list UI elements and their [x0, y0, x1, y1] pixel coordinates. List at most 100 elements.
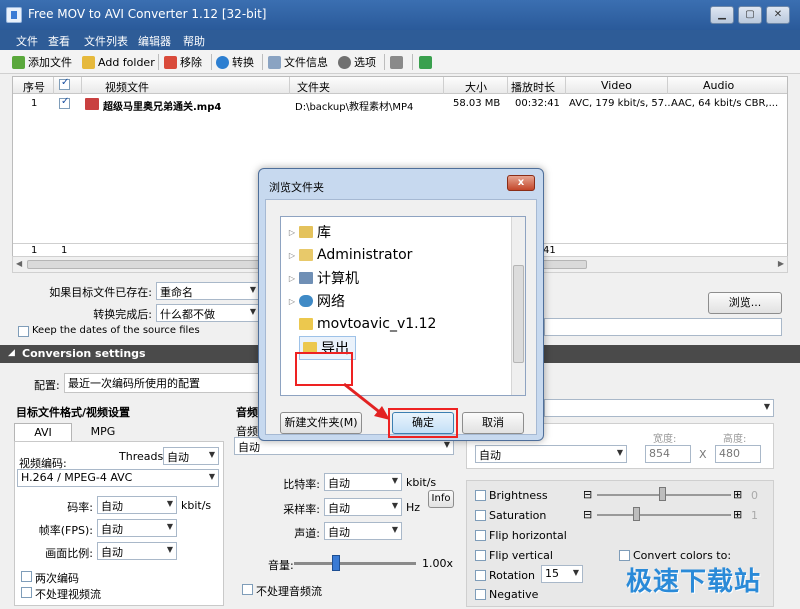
- app-icon: [6, 7, 22, 23]
- tree-node-network[interactable]: ▷ 网络: [285, 290, 345, 312]
- close-button[interactable]: ✕: [766, 6, 790, 24]
- menu-help[interactable]: 帮助: [183, 33, 205, 49]
- home-icon: [390, 55, 403, 69]
- tab-mpg[interactable]: MPG: [74, 423, 132, 441]
- brightness-slider-thumb[interactable]: [659, 487, 666, 501]
- scroll-right-icon[interactable]: ▶: [778, 259, 784, 268]
- saturation-slider-thumb[interactable]: [633, 507, 640, 521]
- after-conversion-select[interactable]: 什么都不做: [156, 304, 260, 322]
- expand-icon[interactable]: ▷: [285, 297, 299, 306]
- fps-select[interactable]: 自动: [97, 519, 177, 537]
- add-file-icon: [12, 55, 25, 69]
- flip-horizontal-checkbox[interactable]: [475, 530, 486, 541]
- select-all-checkbox[interactable]: [59, 77, 70, 90]
- tree-vertical-scrollbar[interactable]: [511, 217, 525, 395]
- two-pass-checkbox[interactable]: [21, 571, 32, 582]
- col-video[interactable]: Video: [601, 79, 632, 92]
- expand-icon[interactable]: ▷: [285, 274, 299, 283]
- threads-select[interactable]: 自动: [163, 447, 219, 465]
- table-row[interactable]: 1 超级马里奥兄弟通关.mp4 D:\backup\教程素材\MP4 58.03…: [13, 95, 787, 113]
- browse-button[interactable]: 浏览...: [708, 292, 782, 314]
- tree-node-library[interactable]: ▷ 库: [285, 221, 331, 243]
- watermark-logo: 极速下载站: [626, 567, 762, 597]
- cancel-button[interactable]: 取消: [462, 412, 524, 434]
- window-title: Free MOV to AVI Converter 1.12 [32-bit]: [28, 7, 267, 21]
- table-header: 序号 视频文件 文件夹 大小 播放时长 Video Audio: [13, 77, 787, 94]
- collapse-icon: ◢: [8, 348, 15, 358]
- convert-icon: [216, 55, 229, 69]
- no-video-checkbox[interactable]: [21, 587, 32, 598]
- if-exists-select[interactable]: 重命名: [156, 282, 260, 300]
- saturation-minus-icon[interactable]: ⊟: [583, 508, 592, 521]
- menu-file[interactable]: 文件: [16, 33, 38, 49]
- pin-icon: [419, 55, 432, 69]
- video-file-icon: [85, 98, 99, 110]
- brightness-minus-icon[interactable]: ⊟: [583, 488, 592, 501]
- saturation-checkbox[interactable]: [475, 510, 486, 521]
- aspect-select[interactable]: 自动: [97, 542, 177, 560]
- col-index[interactable]: 序号: [23, 79, 45, 95]
- video-codec-select[interactable]: H.264 / MPEG-4 AVC: [17, 469, 219, 487]
- home-button[interactable]: [390, 53, 403, 71]
- audio-bitrate-select[interactable]: 自动: [324, 473, 402, 491]
- dialog-close-button[interactable]: x: [507, 175, 535, 191]
- menu-editor[interactable]: 编辑器: [138, 33, 171, 49]
- file-info-icon: [268, 55, 281, 69]
- col-audio[interactable]: Audio: [703, 79, 734, 92]
- dialog-title: 浏览文件夹: [269, 181, 324, 194]
- expand-icon[interactable]: ▷: [285, 251, 299, 260]
- add-folder-button[interactable]: Add folder: [82, 53, 155, 71]
- maximize-button[interactable]: ▢: [738, 6, 762, 24]
- new-folder-button[interactable]: 新建文件夹(M): [280, 412, 362, 434]
- output-folder-field[interactable]: [544, 318, 782, 336]
- folder-icon: [299, 318, 313, 330]
- file-info-button[interactable]: 文件信息: [268, 53, 328, 71]
- convert-button[interactable]: 转换: [216, 53, 254, 71]
- samplerate-select[interactable]: 自动: [324, 498, 402, 516]
- width-field[interactable]: 854: [645, 445, 691, 463]
- col-size[interactable]: 大小: [465, 79, 487, 95]
- expand-icon[interactable]: ▷: [285, 228, 299, 237]
- tree-node-movtoavic[interactable]: movtoavic_v1.12: [285, 313, 436, 335]
- col-duration[interactable]: 播放时长: [511, 79, 555, 95]
- keep-dates-checkbox[interactable]: [18, 326, 29, 337]
- tree-node-computer[interactable]: ▷ 计算机: [285, 267, 359, 289]
- right-top-select[interactable]: [544, 399, 774, 417]
- channels-select[interactable]: 自动: [324, 522, 402, 540]
- library-icon: [299, 226, 313, 238]
- height-field[interactable]: 480: [715, 445, 761, 463]
- size-mode-select[interactable]: 自动: [475, 445, 627, 463]
- remove-button[interactable]: 移除: [164, 53, 202, 71]
- remove-icon: [164, 55, 177, 69]
- saturation-slider[interactable]: [597, 514, 731, 516]
- negative-checkbox[interactable]: [475, 589, 486, 600]
- col-video-file[interactable]: 视频文件: [105, 79, 149, 95]
- tab-avi[interactable]: AVI: [14, 423, 72, 441]
- menu-file-list[interactable]: 文件列表: [84, 33, 128, 49]
- minimize-button[interactable]: ▁: [710, 6, 734, 24]
- brightness-checkbox[interactable]: [475, 490, 486, 501]
- add-folder-icon: [82, 55, 95, 69]
- video-bitrate-select[interactable]: 自动: [97, 496, 177, 514]
- menu-view[interactable]: 查看: [48, 33, 70, 49]
- volume-slider[interactable]: [294, 562, 416, 565]
- scroll-left-icon[interactable]: ◀: [16, 259, 22, 268]
- convert-colors-checkbox[interactable]: [619, 550, 630, 561]
- rotation-checkbox[interactable]: [475, 570, 486, 581]
- options-button[interactable]: 选项: [338, 53, 376, 71]
- col-folder[interactable]: 文件夹: [297, 79, 330, 95]
- row-checkbox[interactable]: [59, 96, 70, 109]
- rotation-select[interactable]: 15: [541, 565, 583, 583]
- user-folder-icon: [299, 249, 313, 261]
- brightness-plus-icon[interactable]: ⊞: [733, 488, 742, 501]
- tree-node-administrator[interactable]: ▷ Administrator: [285, 244, 413, 266]
- profile-select[interactable]: 最近一次编码所使用的配置: [64, 373, 264, 393]
- saturation-plus-icon[interactable]: ⊞: [733, 508, 742, 521]
- no-audio-checkbox[interactable]: [242, 584, 253, 595]
- info-button[interactable]: Info: [428, 490, 454, 508]
- flip-vertical-checkbox[interactable]: [475, 550, 486, 561]
- pin-button[interactable]: [419, 53, 432, 71]
- tree-scrollbar-thumb[interactable]: [513, 265, 524, 363]
- add-file-button[interactable]: 添加文件: [12, 53, 72, 71]
- volume-slider-thumb[interactable]: [332, 555, 340, 571]
